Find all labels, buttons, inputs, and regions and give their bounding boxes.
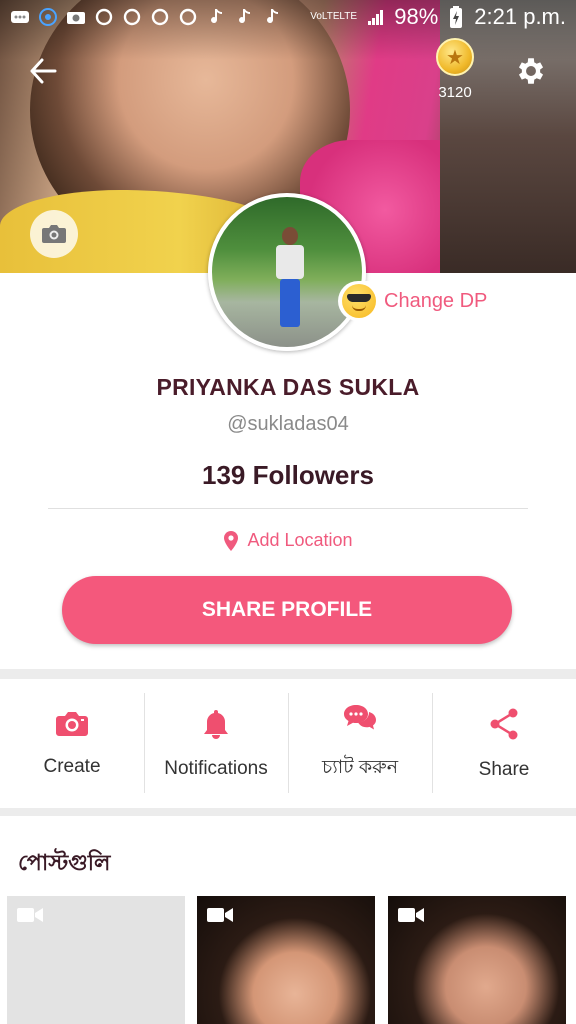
video-icon: [207, 908, 233, 922]
chat-icon: [344, 704, 376, 729]
sunglasses-emoji-icon: [342, 284, 376, 318]
battery-percent: 98%: [394, 4, 439, 29]
divider: [48, 508, 528, 509]
volte-indicator: VoLTE: [310, 11, 340, 22]
music-note-icon: [234, 7, 254, 27]
coin-count: 3120: [438, 84, 472, 101]
gear-icon: [518, 58, 544, 84]
music-note-icon: [262, 7, 282, 27]
chat-button[interactable]: চ্যাট করুন: [288, 679, 432, 808]
video-icon: [17, 908, 43, 922]
share-label: Share: [478, 758, 530, 780]
bell-icon: [204, 709, 228, 739]
settings-button[interactable]: [512, 52, 550, 90]
profile-username: @sukladas04: [227, 413, 349, 435]
circle-notification-icon: [178, 7, 198, 27]
share-profile-button[interactable]: SHARE PROFILE: [62, 576, 512, 644]
notifications-label: Notifications: [164, 757, 268, 779]
share-button[interactable]: Share: [432, 679, 576, 808]
back-button[interactable]: [26, 54, 60, 88]
circle-notification-icon: [122, 7, 142, 27]
post-thumbnail[interactable]: [7, 896, 185, 1024]
coin-icon[interactable]: ★: [436, 38, 474, 76]
video-icon: [398, 908, 424, 922]
avatar[interactable]: [208, 193, 366, 351]
circle-notification-icon: [150, 7, 170, 27]
camera-icon: [42, 225, 66, 243]
add-location-button[interactable]: Add Location: [0, 530, 576, 551]
change-cover-button[interactable]: [30, 210, 78, 258]
location-pin-icon: [224, 530, 239, 551]
posts-title: পোস্টগুলি: [18, 850, 111, 875]
camera-icon: [56, 711, 88, 736]
camera-status-icon: [66, 7, 86, 27]
circle-notification-icon: [94, 7, 114, 27]
post-thumbnail[interactable]: [197, 896, 375, 1024]
battery-icon: [446, 6, 466, 28]
share-icon: [490, 708, 518, 739]
posts-section: পোস্টগুলি: [0, 816, 576, 1024]
create-label: Create: [43, 755, 101, 777]
profile-name: PRIYANKA DAS SUKLA: [156, 374, 420, 400]
app-icon: [38, 7, 58, 27]
followers-count[interactable]: 139 Followers: [0, 460, 576, 491]
status-bar: VoLTE LTE 98% 2:21 p.m.: [0, 0, 576, 34]
create-button[interactable]: Create: [0, 679, 144, 808]
change-dp-label: Change DP: [384, 289, 488, 312]
add-location-label: Add Location: [247, 530, 353, 550]
signal-icon: [366, 7, 386, 27]
arrow-left-icon: [30, 58, 57, 84]
lte-indicator: LTE: [339, 11, 358, 22]
profile-screen: VoLTE LTE 98% 2:21 p.m. ★ 3120 Change DP…: [0, 0, 576, 1024]
notifications-button[interactable]: Notifications: [144, 679, 288, 808]
post-thumbnail[interactable]: [388, 896, 566, 1024]
change-dp-button[interactable]: Change DP: [338, 281, 506, 321]
message-icon: [10, 7, 30, 27]
chat-label: চ্যাট করুন: [321, 756, 399, 778]
clock: 2:21 p.m.: [474, 4, 566, 29]
action-bar: Create Notifications চ্যাট করুন Share: [0, 679, 576, 808]
music-note-icon: [206, 7, 226, 27]
